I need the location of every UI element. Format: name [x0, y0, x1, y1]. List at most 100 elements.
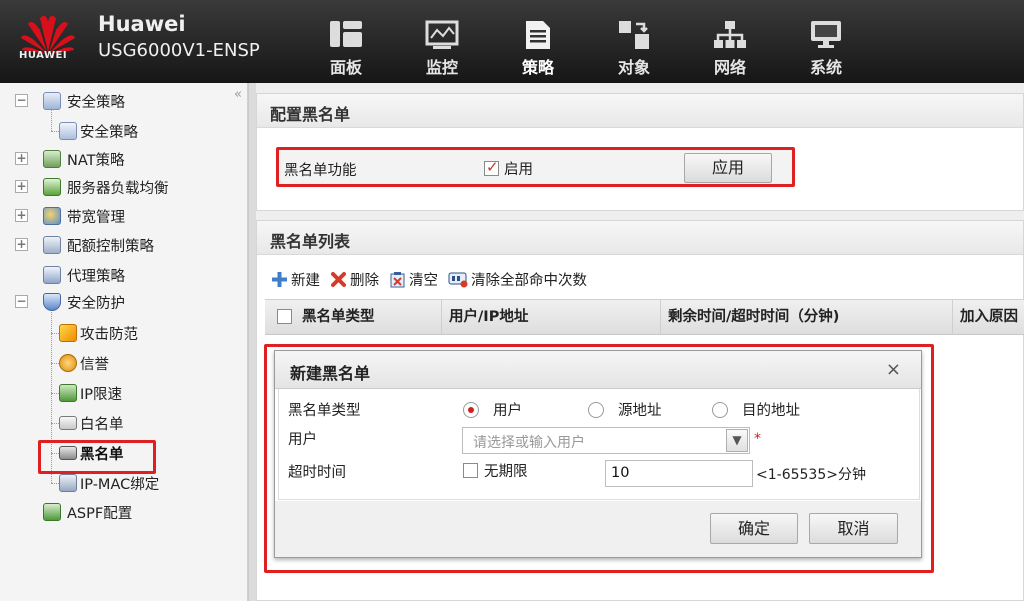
radio-type-user[interactable]: 用户: [463, 399, 522, 420]
sidebar-item-label: 白名单: [80, 416, 124, 433]
blacklist-feature-row: 黑名单功能 启用 应用: [279, 149, 795, 187]
bandwidth-icon: [43, 207, 61, 225]
feature-label: 黑名单功能: [284, 163, 357, 179]
radio-type-destination-address[interactable]: 目的地址: [712, 399, 800, 420]
sidebar-item-attack-defense[interactable]: 攻击防范: [59, 321, 138, 345]
config-blacklist-panel: 配置黑名单 黑名单功能 启用 应用: [256, 93, 1024, 211]
expand-toggle-icon[interactable]: +: [15, 238, 28, 251]
nav-policy[interactable]: 策略: [490, 0, 586, 83]
unlimited-checkbox[interactable]: 无期限: [463, 460, 528, 481]
sidebar-item-label: 安全策略: [67, 94, 125, 111]
sidebar-item-aspf[interactable]: ASPF配置: [43, 500, 132, 524]
nav-label: 网络: [713, 58, 746, 77]
ip-rate-limit-icon: [59, 384, 77, 402]
sidebar-item-quota-control[interactable]: + 配额控制策略: [15, 233, 154, 257]
sidebar-item-nat-policy[interactable]: + NAT策略: [15, 147, 125, 171]
panel-title: 配置黑名单: [257, 94, 1023, 128]
delete-label: 删除: [350, 273, 379, 289]
sidebar-tree: « − 安全策略 安全策略 + NAT策略 + 服务器负载均衡 + 带宽管理 +: [0, 83, 248, 601]
apply-button[interactable]: 应用: [684, 153, 772, 183]
enable-checkbox[interactable]: 启用: [484, 158, 533, 179]
clear-button[interactable]: 清空: [389, 269, 438, 290]
sidebar-item-server-load-balancing[interactable]: + 服务器负载均衡: [15, 175, 169, 199]
column-header-type[interactable]: 黑名单类型: [295, 300, 441, 334]
blacklist-table-header: 黑名单类型 用户/IP地址 剩余时间/超时时间（分钟) 加入原因: [265, 299, 1024, 335]
checkbox-checked-icon[interactable]: [484, 158, 499, 176]
sidebar-item-label: 攻击防范: [80, 326, 138, 343]
ip-mac-bind-icon: [59, 474, 77, 492]
column-header-remaining-time[interactable]: 剩余时间/超时时间（分钟): [660, 300, 952, 334]
tree-line: [51, 333, 59, 334]
checkbox-unchecked-icon[interactable]: [463, 463, 478, 478]
clear-label: 清空: [409, 273, 438, 289]
radio-label: 用户: [493, 403, 522, 419]
security-policy-sub-icon: [59, 122, 77, 140]
tree-line: [51, 453, 59, 454]
sidebar-item-label: IP限速: [80, 386, 123, 403]
nav-dashboard[interactable]: 面板: [298, 0, 394, 83]
clear-hit-count-button[interactable]: 清除全部命中次数: [448, 269, 587, 290]
sidebar-item-label: 黑名单: [80, 446, 124, 463]
nav-network[interactable]: 网络: [682, 0, 778, 83]
dashboard-icon: [330, 21, 362, 47]
tree-line: [51, 131, 59, 132]
column-header-reason[interactable]: 加入原因: [952, 300, 1024, 334]
user-select[interactable]: 请选择或输入用户 ▼: [462, 427, 750, 454]
expand-toggle-icon[interactable]: +: [15, 180, 28, 193]
radio-unselected-icon[interactable]: [712, 401, 728, 418]
add-icon: [272, 272, 287, 287]
sidebar-item-reputation[interactable]: 信誉: [59, 351, 109, 375]
delete-icon: [331, 272, 346, 287]
select-all-checkbox[interactable]: [277, 309, 292, 324]
sidebar-item-whitelist[interactable]: 白名单: [59, 411, 124, 435]
radio-type-source-address[interactable]: 源地址: [588, 399, 662, 420]
delete-button[interactable]: 删除: [330, 269, 379, 290]
shield-icon: [43, 293, 61, 311]
logo-text: HUAWEI: [19, 50, 68, 61]
nav-label: 系统: [809, 58, 842, 77]
radio-selected-icon[interactable]: [463, 401, 479, 418]
proxy-icon: [43, 266, 61, 284]
required-mark: *: [754, 431, 761, 447]
chevron-down-icon[interactable]: ▼: [726, 429, 748, 452]
collapse-toggle-icon[interactable]: −: [15, 94, 28, 107]
sidebar-item-label: 服务器负载均衡: [67, 180, 169, 197]
ok-button[interactable]: 确定: [710, 513, 798, 544]
sidebar-item-ip-mac-binding[interactable]: IP-MAC绑定: [59, 471, 159, 495]
nav-monitor[interactable]: 监控: [394, 0, 490, 83]
expand-toggle-icon[interactable]: +: [15, 209, 28, 222]
collapse-toggle-icon[interactable]: −: [15, 295, 28, 308]
sidebar-item-security-policy-group[interactable]: − 安全策略: [15, 89, 125, 113]
collapse-sidebar-icon[interactable]: «: [234, 87, 242, 102]
sidebar-item-security-protection[interactable]: − 安全防护: [15, 290, 125, 314]
top-header: HUAWEI Huawei USG6000V1-ENSP 面板 监控 策略 对象…: [0, 0, 1024, 83]
sidebar-item-ip-rate-limit[interactable]: IP限速: [59, 381, 122, 405]
timeout-input[interactable]: 10: [605, 460, 753, 487]
sidebar-item-label: 代理策略: [67, 268, 125, 285]
cancel-button[interactable]: 取消: [809, 513, 898, 544]
sidebar-item-security-policy[interactable]: 安全策略: [59, 119, 138, 143]
sidebar-item-bandwidth[interactable]: + 带宽管理: [15, 204, 125, 228]
sidebar-item-label: IP-MAC绑定: [80, 476, 160, 493]
sidebar-item-label: 配额控制策略: [67, 238, 154, 255]
sidebar-splitter[interactable]: [248, 83, 256, 601]
radio-unselected-icon[interactable]: [588, 401, 604, 418]
sidebar-item-blacklist[interactable]: 黑名单: [59, 441, 124, 465]
sidebar-item-proxy-policy[interactable]: 代理策略: [43, 263, 125, 287]
user-label: 用户: [288, 432, 317, 448]
column-header-user-ip[interactable]: 用户/IP地址: [441, 300, 660, 334]
nav-object[interactable]: 对象: [586, 0, 682, 83]
monitor-icon: [425, 20, 459, 49]
sidebar-item-label: ASPF配置: [67, 505, 133, 522]
sidebar-item-label: 带宽管理: [67, 209, 125, 226]
expand-toggle-icon[interactable]: +: [15, 152, 28, 165]
network-icon: [714, 21, 746, 48]
aspf-icon: [43, 503, 61, 521]
nav-system[interactable]: 系统: [778, 0, 874, 83]
sidebar-item-label: 安全策略: [80, 124, 138, 141]
close-icon[interactable]: ×: [886, 359, 901, 380]
user-select-placeholder: 请选择或输入用户: [473, 435, 585, 451]
add-button[interactable]: 新建: [271, 269, 320, 290]
nav-label: 对象: [617, 58, 650, 77]
server-lb-icon: [43, 178, 61, 196]
